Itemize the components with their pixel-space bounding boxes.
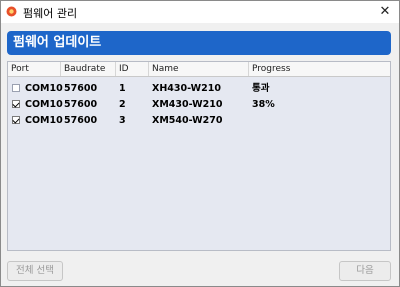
- firmware-manager-window: 펌웨어 관리 ✕ 펌웨어 업데이트 Port Baudrate ID Name …: [0, 0, 400, 287]
- table-row[interactable]: COM10 57600 3 XM540-W270: [8, 112, 390, 129]
- progress-cell: 38%: [252, 99, 275, 110]
- baudrate-cell: 57600: [64, 99, 98, 110]
- table-row[interactable]: COM10 57600 1 XH430-W210 통과: [8, 80, 390, 97]
- gear-flame-icon: [6, 6, 17, 17]
- baudrate-cell: 57600: [64, 83, 98, 94]
- row-checkbox[interactable]: [12, 84, 20, 92]
- table-header: Port Baudrate ID Name Progress: [8, 62, 390, 77]
- table-row[interactable]: COM10 57600 2 XM430-W210 38%: [8, 96, 390, 113]
- page-title: 펌웨어 업데이트: [7, 31, 391, 55]
- close-icon[interactable]: ✕: [377, 4, 393, 20]
- column-header-name[interactable]: Name: [149, 62, 249, 76]
- row-checkbox[interactable]: [12, 100, 20, 108]
- column-header-port[interactable]: Port: [8, 62, 61, 76]
- id-cell: 1: [119, 83, 126, 94]
- progress-cell: 통과: [252, 83, 270, 94]
- select-all-button[interactable]: 전체 선택: [7, 261, 63, 281]
- column-header-id[interactable]: ID: [116, 62, 149, 76]
- device-table: Port Baudrate ID Name Progress COM10 576…: [7, 61, 391, 251]
- next-button[interactable]: 다음: [339, 261, 391, 281]
- id-cell: 2: [119, 99, 126, 110]
- window-title: 펌웨어 관리: [23, 7, 78, 20]
- title-bar: 펌웨어 관리 ✕: [1, 1, 399, 23]
- name-cell: XH430-W210: [152, 83, 221, 94]
- column-header-progress[interactable]: Progress: [249, 62, 390, 76]
- id-cell: 3: [119, 115, 126, 126]
- port-cell: COM10: [25, 99, 63, 110]
- baudrate-cell: 57600: [64, 115, 98, 126]
- port-cell: COM10: [25, 83, 63, 94]
- column-header-baudrate[interactable]: Baudrate: [61, 62, 116, 76]
- port-cell: COM10: [25, 115, 63, 126]
- name-cell: XM430-W210: [152, 99, 223, 110]
- row-checkbox[interactable]: [12, 116, 20, 124]
- name-cell: XM540-W270: [152, 115, 223, 126]
